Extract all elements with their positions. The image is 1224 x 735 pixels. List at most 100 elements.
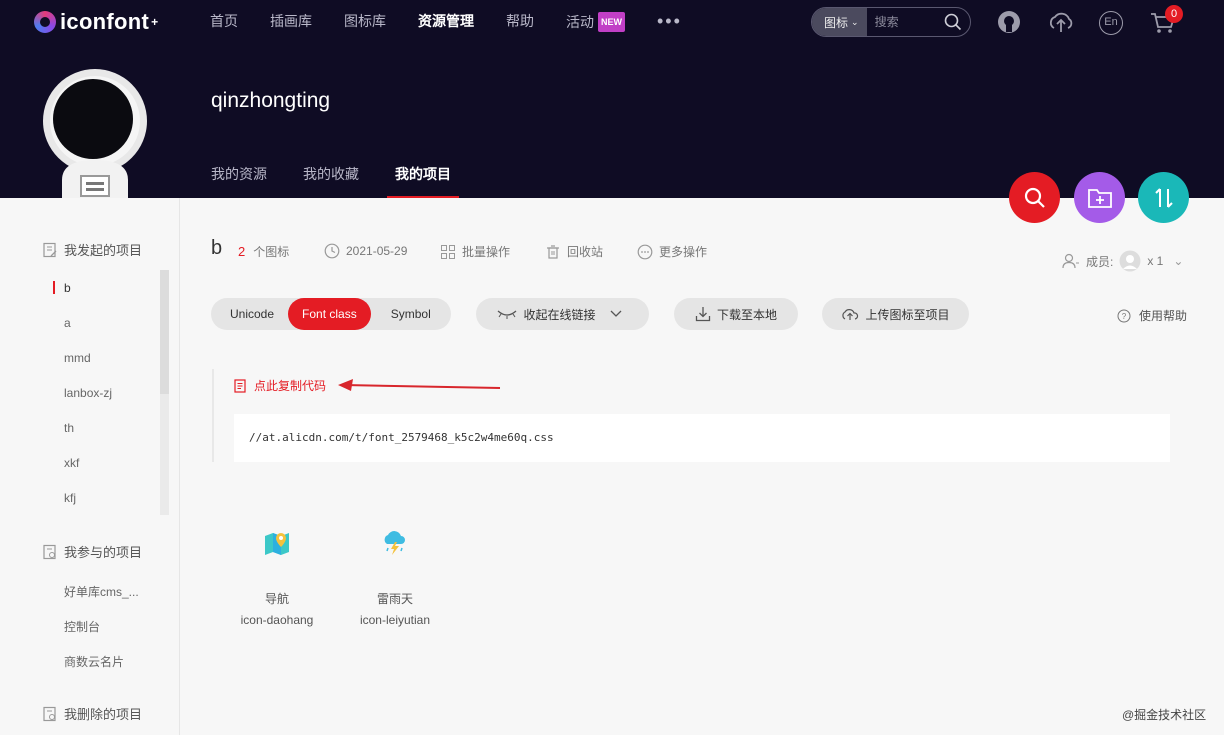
nav-illustrations[interactable]: 插画库 bbox=[270, 12, 312, 32]
search-icon bbox=[1024, 187, 1045, 208]
sort-arrows-icon bbox=[1154, 187, 1173, 208]
fab-sort-button[interactable] bbox=[1138, 172, 1189, 223]
nav-icon-library[interactable]: 图标库 bbox=[344, 12, 386, 32]
member-avatar-icon bbox=[1119, 250, 1141, 272]
tab-my-projects[interactable]: 我的项目 bbox=[387, 164, 459, 198]
user-avatar[interactable] bbox=[42, 68, 148, 200]
copy-code-link[interactable]: 点此复制代码 bbox=[234, 377, 326, 394]
more-menu-icon[interactable]: ••• bbox=[657, 12, 682, 32]
svg-text:?: ? bbox=[1122, 312, 1127, 321]
document-search-icon bbox=[43, 544, 56, 559]
grid-icon bbox=[441, 244, 455, 259]
language-switch[interactable]: En bbox=[1099, 11, 1123, 35]
add-folder-icon bbox=[1087, 188, 1112, 208]
css-link-code[interactable]: //at.alicdn.com/t/font_2579468_k5c2w4me6… bbox=[234, 414, 1170, 462]
github-icon[interactable] bbox=[997, 10, 1021, 34]
project-members[interactable]: 成员: x 1 ⌄ bbox=[1062, 250, 1183, 272]
new-badge: NEW bbox=[598, 12, 625, 32]
code-type-segment: Unicode Font class Symbol bbox=[211, 298, 451, 330]
fab-new-project-button[interactable] bbox=[1074, 172, 1125, 223]
icon-class: icon-leiyutian bbox=[359, 613, 431, 627]
download-local-button[interactable]: 下载至本地 bbox=[674, 298, 798, 330]
sidebar-joined-project[interactable]: 控制台 bbox=[64, 618, 100, 635]
sidebar-project-lanbox[interactable]: lanbox-zj bbox=[64, 386, 112, 400]
thunderstorm-icon bbox=[384, 531, 405, 555]
collapse-online-link-label: 收起在线链接 bbox=[523, 307, 596, 322]
tab-my-favorites[interactable]: 我的收藏 bbox=[303, 164, 359, 198]
iconfont-logo[interactable]: iconfont + bbox=[34, 9, 158, 35]
members-icon bbox=[1062, 253, 1079, 269]
segment-symbol[interactable]: Symbol bbox=[371, 298, 445, 330]
nav-home[interactable]: 首页 bbox=[210, 12, 238, 32]
sidebar-joined-project[interactable]: 商数云名片 bbox=[64, 653, 124, 670]
active-project-marker bbox=[53, 281, 55, 294]
icon-card-leiyutian[interactable]: 雷雨天 icon-leiyutian bbox=[345, 530, 445, 627]
nav-resource-management[interactable]: 资源管理 bbox=[418, 12, 474, 32]
annotation-arrow bbox=[338, 379, 501, 391]
download-icon bbox=[695, 307, 711, 322]
project-icon-count: 2 个图标 bbox=[238, 243, 289, 260]
copy-code-label: 点此复制代码 bbox=[254, 379, 327, 393]
collapse-online-link-button[interactable]: 收起在线链接 bbox=[476, 298, 649, 330]
header-search: 图标 ⌄ bbox=[811, 7, 971, 37]
sidebar-project-a[interactable]: a bbox=[64, 316, 71, 330]
search-type-select[interactable]: 图标 ⌄ bbox=[812, 8, 867, 36]
section-initiated-projects: 我发起的项目 bbox=[42, 240, 142, 259]
members-label: 成员: bbox=[1086, 254, 1114, 269]
more-operations-label: 更多操作 bbox=[659, 245, 708, 259]
sidebar-project-mmd[interactable]: mmd bbox=[64, 351, 91, 365]
download-local-label: 下载至本地 bbox=[716, 307, 777, 322]
more-operations-button[interactable]: 更多操作 bbox=[637, 243, 707, 260]
batch-operations-label: 批量操作 bbox=[462, 245, 511, 259]
fab-search-button[interactable] bbox=[1009, 172, 1060, 223]
segment-font-class[interactable]: Font class bbox=[288, 298, 371, 330]
upload-icons-button[interactable]: 上传图标至项目 bbox=[822, 298, 969, 330]
profile-username: qinzhongting bbox=[211, 89, 331, 112]
sidebar-scrollbar-thumb[interactable] bbox=[160, 270, 169, 394]
sidebar-project-kfj[interactable]: kfj bbox=[64, 491, 76, 505]
upload-cloud-icon bbox=[842, 309, 859, 320]
chevron-down-icon: ⌄ bbox=[1173, 254, 1184, 268]
chevron-down-icon: ⌄ bbox=[851, 16, 859, 27]
batch-operations-button[interactable]: 批量操作 bbox=[440, 243, 510, 260]
top-header: iconfont + 首页 插画库 图标库 资源管理 帮助 活动 NEW ••• … bbox=[0, 0, 1224, 200]
icon-card-daohang[interactable]: 导航 icon-daohang bbox=[227, 530, 327, 627]
icon-class: icon-daohang bbox=[240, 613, 314, 627]
segment-unicode[interactable]: Unicode bbox=[211, 298, 288, 330]
nav-activity-label: 活动 bbox=[566, 14, 594, 30]
profile-tabs: 我的资源 我的收藏 我的项目 bbox=[211, 164, 487, 198]
project-date: 2021-05-29 bbox=[324, 243, 407, 259]
section-joined-title: 我参与的项目 bbox=[64, 545, 143, 560]
section-deleted-projects[interactable]: 我删除的项目 bbox=[42, 704, 142, 723]
search-input[interactable] bbox=[874, 15, 945, 29]
nav-help[interactable]: 帮助 bbox=[506, 12, 534, 32]
members-count: x 1 bbox=[1147, 254, 1164, 268]
section-joined-projects: 我参与的项目 bbox=[42, 542, 142, 561]
nav-activity[interactable]: 活动 NEW bbox=[566, 12, 625, 32]
icon-name: 导航 bbox=[264, 592, 289, 606]
recycle-bin-button[interactable]: 回收站 bbox=[545, 243, 603, 260]
sidebar-project-th[interactable]: th bbox=[64, 421, 74, 435]
eye-closed-icon bbox=[498, 310, 517, 319]
tab-my-resources[interactable]: 我的资源 bbox=[211, 164, 267, 198]
document-delete-icon bbox=[43, 706, 56, 721]
upload-cloud-icon[interactable] bbox=[1047, 10, 1075, 34]
recycle-bin-label: 回收站 bbox=[567, 245, 604, 259]
project-date-text: 2021-05-29 bbox=[346, 244, 408, 258]
upload-icons-label: 上传图标至项目 bbox=[865, 307, 950, 322]
map-icon bbox=[265, 533, 289, 555]
sidebar-joined-project[interactable]: 好单库cms_... bbox=[64, 583, 139, 600]
icon-name: 雷雨天 bbox=[376, 592, 413, 606]
icon-count-unit: 个图标 bbox=[253, 245, 290, 259]
clock-icon bbox=[324, 243, 340, 259]
help-circle-icon: ? bbox=[1117, 309, 1131, 322]
usage-help-label: 使用帮助 bbox=[1139, 309, 1188, 323]
project-title: b bbox=[211, 237, 223, 259]
main-nav: 首页 插画库 图标库 资源管理 帮助 活动 NEW ••• bbox=[210, 12, 682, 32]
search-icon[interactable] bbox=[944, 13, 962, 31]
usage-help-link[interactable]: ? 使用帮助 bbox=[1117, 307, 1187, 324]
sidebar-project-xkf[interactable]: xkf bbox=[64, 456, 79, 470]
section-initiated-title: 我发起的项目 bbox=[64, 243, 143, 258]
sidebar-project-b[interactable]: b bbox=[64, 281, 71, 295]
logo-mark-icon bbox=[34, 11, 56, 33]
